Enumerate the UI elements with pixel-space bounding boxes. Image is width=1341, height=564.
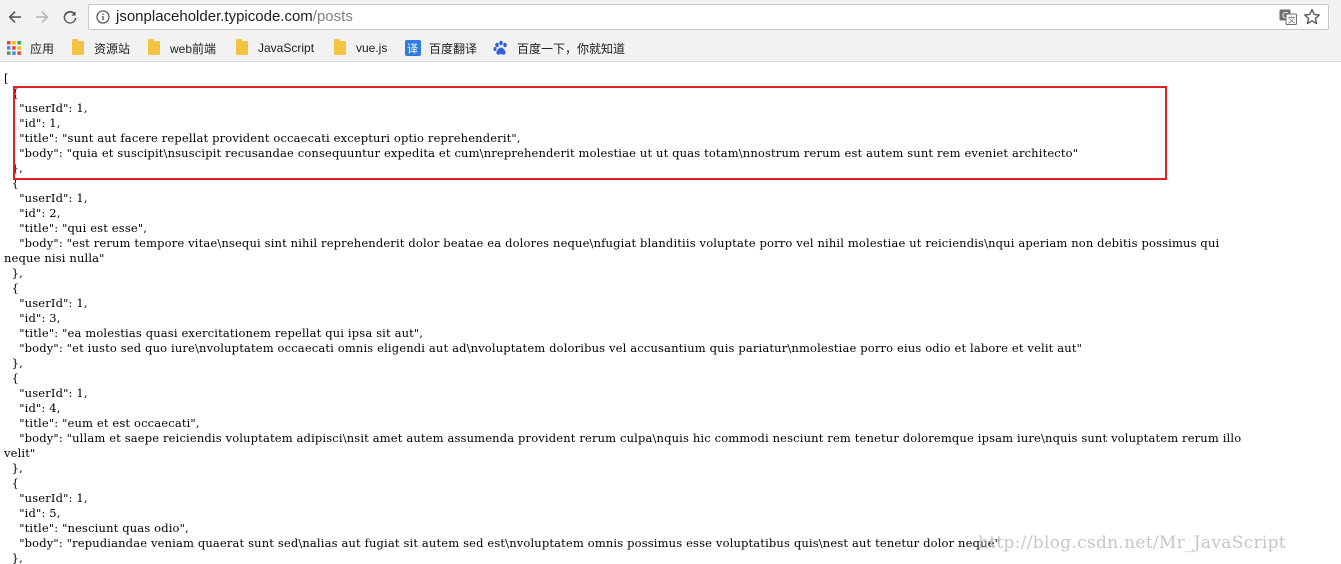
json-line: "title": "eum et est occaecati", bbox=[4, 416, 200, 430]
reload-button[interactable] bbox=[59, 6, 81, 28]
bookmark-folder-resources[interactable]: 资源站 bbox=[70, 39, 130, 57]
json-line: neque nisi nulla" bbox=[4, 251, 105, 265]
json-line: }, bbox=[4, 266, 23, 280]
json-line: velit" bbox=[4, 446, 36, 460]
folder-icon bbox=[70, 39, 86, 56]
bookmark-label: 资源站 bbox=[94, 41, 131, 56]
address-bar[interactable]: jsonplaceholder.typicode.com/posts G 文 bbox=[88, 4, 1329, 30]
back-button[interactable] bbox=[4, 6, 26, 28]
json-line: { bbox=[4, 371, 20, 385]
back-arrow-icon bbox=[8, 11, 21, 23]
bookmark-label: web前端 bbox=[170, 41, 217, 56]
json-line: "id": 2, bbox=[4, 206, 61, 220]
folder-icon bbox=[234, 39, 250, 56]
url-text[interactable]: jsonplaceholder.typicode.com/posts bbox=[116, 8, 353, 26]
json-line: "title": "qui est esse", bbox=[4, 221, 148, 235]
info-icon[interactable] bbox=[96, 10, 110, 24]
url-host: jsonplaceholder.typicode.com bbox=[116, 8, 313, 25]
page-content: [ { "userId": 1, "id": 1, "title": "sunt… bbox=[0, 63, 1341, 564]
bookmark-label: 百度翻译 bbox=[429, 41, 478, 56]
baidu-paw-icon bbox=[493, 40, 509, 56]
json-line: "id": 4, bbox=[4, 401, 61, 415]
svg-text:译: 译 bbox=[407, 43, 418, 56]
bookmark-label: JavaScript bbox=[258, 41, 315, 55]
baidu-translate-icon: 译 bbox=[405, 40, 421, 56]
json-line: }, bbox=[4, 356, 23, 370]
translate-icon[interactable]: G 文 bbox=[1279, 9, 1297, 25]
json-line: "userId": 1, bbox=[4, 386, 88, 400]
highlight-box bbox=[13, 86, 1167, 180]
bookmark-baidu-translate[interactable]: 译 百度翻译 bbox=[405, 39, 477, 57]
folder-icon bbox=[332, 39, 348, 56]
bookmark-label: 应用 bbox=[30, 41, 55, 56]
json-line: "userId": 1, bbox=[4, 191, 88, 205]
bookmark-star-icon[interactable] bbox=[1303, 8, 1321, 26]
forward-button[interactable] bbox=[31, 6, 53, 28]
json-line: [ bbox=[4, 71, 9, 85]
folder-icon bbox=[146, 39, 162, 56]
json-line: "id": 3, bbox=[4, 311, 61, 325]
bookmark-apps[interactable]: 应用 bbox=[6, 39, 54, 57]
json-line: "title": "ea molestias quasi exercitatio… bbox=[4, 326, 424, 340]
json-line: "userId": 1, bbox=[4, 491, 88, 505]
browser-toolbar: jsonplaceholder.typicode.com/posts G 文 bbox=[0, 0, 1341, 34]
json-line: "body": "est rerum tempore vitae\nsequi … bbox=[4, 236, 1220, 250]
bookmark-label: 百度一下，你就知道 bbox=[517, 41, 626, 56]
bookmark-folder-web-frontend[interactable]: web前端 bbox=[146, 39, 216, 57]
apps-grid-icon bbox=[6, 40, 22, 56]
json-line: { bbox=[4, 281, 20, 295]
url-path: /posts bbox=[312, 8, 353, 25]
json-line: "userId": 1, bbox=[4, 296, 88, 310]
watermark: http://blog.csdn.net/Mr_JavaScript bbox=[978, 533, 1286, 553]
reload-icon bbox=[63, 10, 77, 24]
bookmark-folder-vuejs[interactable]: vue.js bbox=[332, 39, 387, 57]
forward-arrow-icon bbox=[36, 11, 49, 23]
bookmarks-bar: 应用 资源站 web前端 JavaScript vue.js 译 百度翻译 百度… bbox=[0, 34, 1341, 62]
json-line: "body": "ullam et saepe reiciendis volup… bbox=[4, 431, 1242, 445]
bookmark-baidu-search[interactable]: 百度一下，你就知道 bbox=[493, 39, 625, 57]
json-line: { bbox=[4, 476, 20, 490]
bookmark-label: vue.js bbox=[356, 41, 388, 55]
json-line: "body": "et iusto sed quo iure\nvoluptat… bbox=[4, 341, 1083, 355]
json-line: }, bbox=[4, 461, 23, 475]
bookmark-folder-javascript[interactable]: JavaScript bbox=[234, 39, 314, 57]
json-line: "id": 5, bbox=[4, 506, 61, 520]
svg-text:文: 文 bbox=[1288, 15, 1296, 25]
